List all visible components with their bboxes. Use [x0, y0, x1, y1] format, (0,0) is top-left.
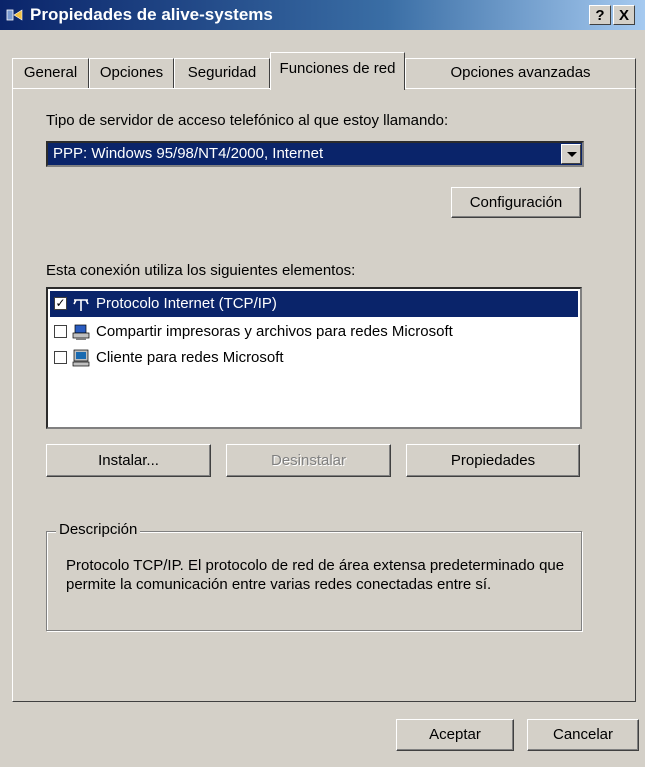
tab-opciones[interactable]: Opciones	[89, 58, 174, 89]
title-bar[interactable]: Propiedades de alive-systems ? X	[0, 0, 645, 30]
tab-seguridad[interactable]: Seguridad	[174, 58, 270, 89]
tab-general[interactable]: General	[12, 58, 89, 89]
window-title: Propiedades de alive-systems	[30, 5, 273, 24]
help-button[interactable]: ?	[589, 5, 611, 25]
tab-opciones-avanzadas[interactable]: Opciones avanzadas	[405, 58, 636, 89]
tab-panel	[12, 88, 636, 702]
ok-button[interactable]: Aceptar	[396, 719, 514, 751]
cancel-button[interactable]: Cancelar	[527, 719, 639, 751]
network-connection-icon	[6, 9, 23, 21]
close-button[interactable]: X	[613, 5, 635, 25]
tab-funciones-de-red[interactable]: Funciones de red	[270, 52, 405, 90]
